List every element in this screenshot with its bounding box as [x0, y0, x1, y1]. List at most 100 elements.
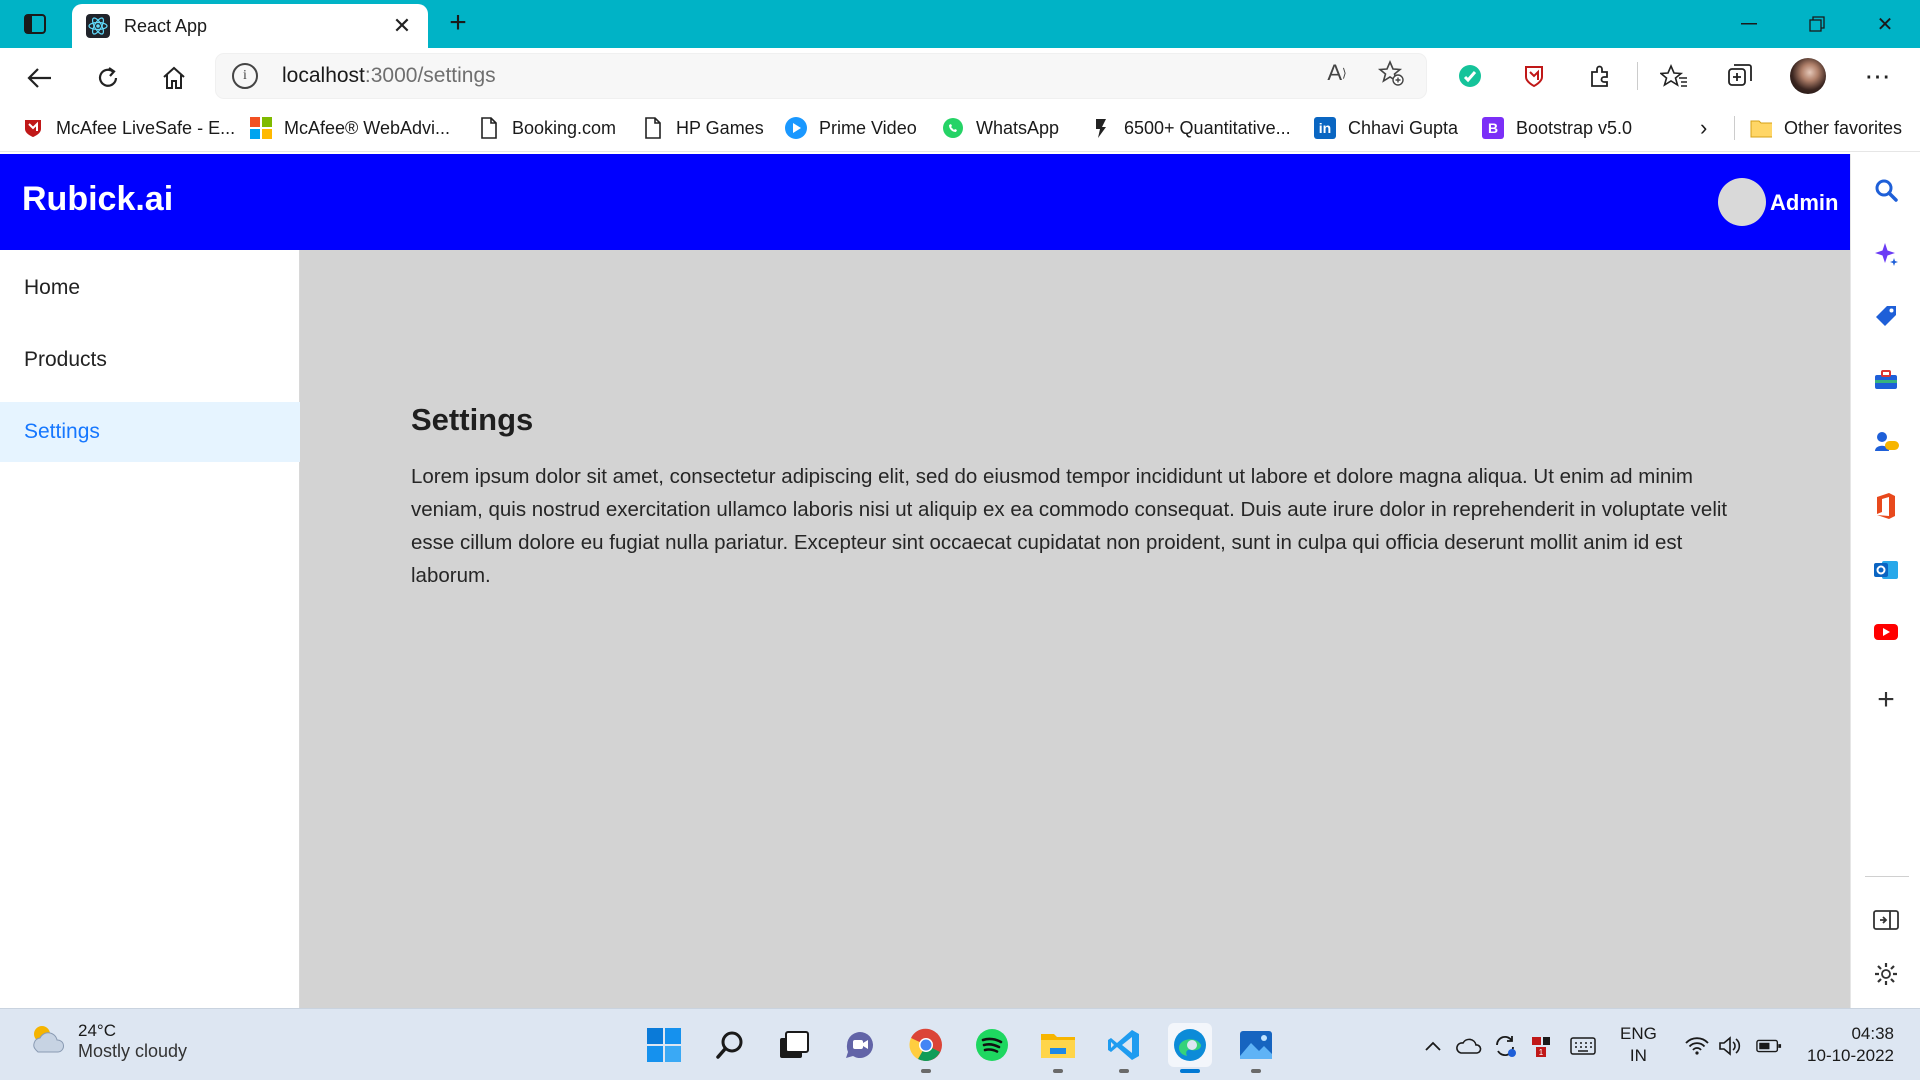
tab-actions-icon[interactable] — [16, 10, 54, 38]
page-title: Settings — [411, 402, 534, 437]
folder-icon — [1750, 117, 1772, 139]
edge-icon[interactable] — [1168, 1023, 1212, 1073]
restore-icon[interactable] — [1792, 8, 1842, 40]
running-indicator — [1251, 1069, 1261, 1073]
read-aloud-glyph: A — [1327, 60, 1342, 85]
browser-tab-active[interactable]: React App ✕ — [72, 4, 428, 48]
touch-keyboard-icon[interactable] — [1570, 1033, 1596, 1059]
close-window-icon[interactable]: ✕ — [1860, 8, 1910, 40]
favorite-label: 6500+ Quantitative... — [1124, 117, 1291, 138]
running-indicator — [921, 1069, 931, 1073]
favorite-label: Bootstrap v5.0 — [1516, 117, 1633, 138]
prime-video-icon — [785, 117, 807, 139]
battery-icon[interactable] — [1756, 1033, 1782, 1059]
new-tab-icon[interactable]: + — [442, 8, 474, 40]
sync-icon[interactable] — [1492, 1033, 1518, 1059]
favorite-label: McAfee® WebAdvi... — [284, 117, 450, 138]
favorite-item[interactable]: McAfee LiveSafe - E... — [22, 114, 235, 142]
office-icon[interactable] — [1868, 488, 1904, 524]
extensions-icon[interactable] — [1582, 58, 1618, 94]
tools-briefcase-icon[interactable] — [1868, 362, 1904, 398]
favorite-item[interactable]: in Chhavi Gupta — [1314, 114, 1458, 142]
favorite-item[interactable]: HP Games — [642, 114, 764, 142]
sidebar-item-settings[interactable]: Settings — [0, 402, 300, 462]
search-taskbar-icon[interactable] — [708, 1023, 752, 1067]
other-favorites-folder[interactable]: Other favorites — [1750, 114, 1902, 142]
wifi-icon[interactable] — [1684, 1033, 1710, 1059]
teams-chat-icon[interactable] — [838, 1023, 882, 1067]
user-avatar[interactable] — [1718, 178, 1766, 226]
favorite-item[interactable]: Prime Video — [785, 114, 917, 142]
collections-icon[interactable] — [1722, 58, 1758, 94]
sidebar-divider — [1865, 876, 1909, 877]
vscode-icon[interactable] — [1102, 1023, 1146, 1073]
add-favorite-icon[interactable] — [1376, 58, 1406, 88]
sidebar-item-label: Products — [24, 348, 107, 371]
games-icon[interactable] — [1868, 424, 1904, 460]
chrome-icon[interactable] — [904, 1023, 948, 1073]
url-text[interactable]: localhost:3000/settings — [282, 64, 496, 88]
home-icon[interactable] — [156, 60, 192, 96]
clock[interactable]: 04:38 10-10-2022 — [1800, 1023, 1894, 1067]
brand-logo[interactable]: Rubick.ai — [22, 180, 173, 219]
app-sidebar: Home Products Settings — [0, 250, 300, 1008]
page-icon — [478, 117, 500, 139]
spotify-icon[interactable] — [970, 1023, 1014, 1067]
favorite-item[interactable]: B Bootstrap v5.0 — [1482, 114, 1632, 142]
user-name[interactable]: Admin — [1770, 190, 1838, 216]
outlook-icon[interactable] — [1868, 552, 1904, 588]
weather-widget[interactable]: 24°C Mostly cloudy — [28, 1021, 187, 1062]
favorites-icon[interactable] — [1656, 58, 1692, 94]
close-tab-icon[interactable]: ✕ — [390, 13, 414, 39]
linkedin-icon: in — [1314, 117, 1336, 139]
favorite-label: HP Games — [676, 117, 764, 138]
running-indicator — [1119, 1069, 1129, 1073]
input-language-indicator[interactable]: ENG IN — [1620, 1023, 1657, 1067]
mcafee-icon — [22, 117, 44, 139]
mcafee-tray-icon[interactable]: 1 — [1528, 1033, 1554, 1059]
favorite-item[interactable]: 6500+ Quantitative... — [1090, 114, 1291, 142]
grammarly-extension-icon[interactable] — [1452, 58, 1488, 94]
more-options-icon[interactable]: ⋯ — [1860, 58, 1896, 94]
sidebar-settings-gear-icon[interactable] — [1868, 956, 1904, 992]
start-button-windows-icon[interactable] — [642, 1023, 686, 1067]
file-explorer-icon[interactable] — [1036, 1023, 1080, 1073]
sidebar-item-products[interactable]: Products — [0, 330, 300, 390]
language-code: ENG — [1620, 1024, 1657, 1043]
discover-sparkle-icon[interactable] — [1868, 236, 1904, 272]
favorite-item[interactable]: WhatsApp — [942, 114, 1059, 142]
volume-icon[interactable] — [1718, 1033, 1744, 1059]
photos-icon[interactable] — [1234, 1023, 1278, 1073]
minimize-icon[interactable] — [1724, 8, 1774, 40]
url-host: localhost — [282, 64, 365, 87]
sidebar-item-home[interactable]: Home — [0, 258, 300, 318]
favorites-divider — [1734, 116, 1735, 140]
favorite-item[interactable]: McAfee® WebAdvi... — [250, 114, 450, 142]
refresh-icon[interactable] — [90, 60, 126, 96]
onedrive-cloud-icon[interactable] — [1456, 1033, 1482, 1059]
back-icon[interactable] — [22, 60, 58, 96]
site-info-icon[interactable]: i — [232, 63, 258, 89]
app-header: Rubick.ai Admin — [0, 154, 1850, 250]
read-aloud-icon[interactable]: A ⟩ — [1322, 58, 1352, 88]
youtube-icon[interactable] — [1868, 614, 1904, 650]
weather-temperature: 24°C — [78, 1021, 116, 1040]
react-logo-icon — [86, 14, 110, 38]
address-bar[interactable]: i localhost:3000/settings — [216, 54, 1426, 98]
bootstrap-icon: B — [1482, 117, 1504, 139]
task-view-icon[interactable] — [772, 1023, 816, 1067]
favorite-label: Booking.com — [512, 117, 617, 138]
url-path: :3000/settings — [364, 64, 496, 87]
add-sidebar-app-icon[interactable]: + — [1868, 682, 1904, 718]
shopping-tag-icon[interactable] — [1868, 298, 1904, 334]
show-hidden-icons-chevron-icon[interactable] — [1420, 1033, 1446, 1059]
more-favorites-chevron-icon[interactable]: › — [1700, 114, 1707, 142]
hide-sidebar-icon[interactable] — [1868, 902, 1904, 938]
mcafee-extension-icon[interactable] — [1516, 58, 1552, 94]
profile-avatar[interactable] — [1790, 58, 1826, 94]
windows-taskbar: 24°C Mostly cloudy 1 ENG IN 04:38 10-10-… — [0, 1008, 1920, 1080]
favorite-label: Prime Video — [819, 117, 917, 138]
favorites-bar: McAfee LiveSafe - E... McAfee® WebAdvi..… — [0, 104, 1920, 152]
search-icon[interactable] — [1868, 172, 1904, 208]
favorite-item[interactable]: Booking.com — [478, 114, 616, 142]
